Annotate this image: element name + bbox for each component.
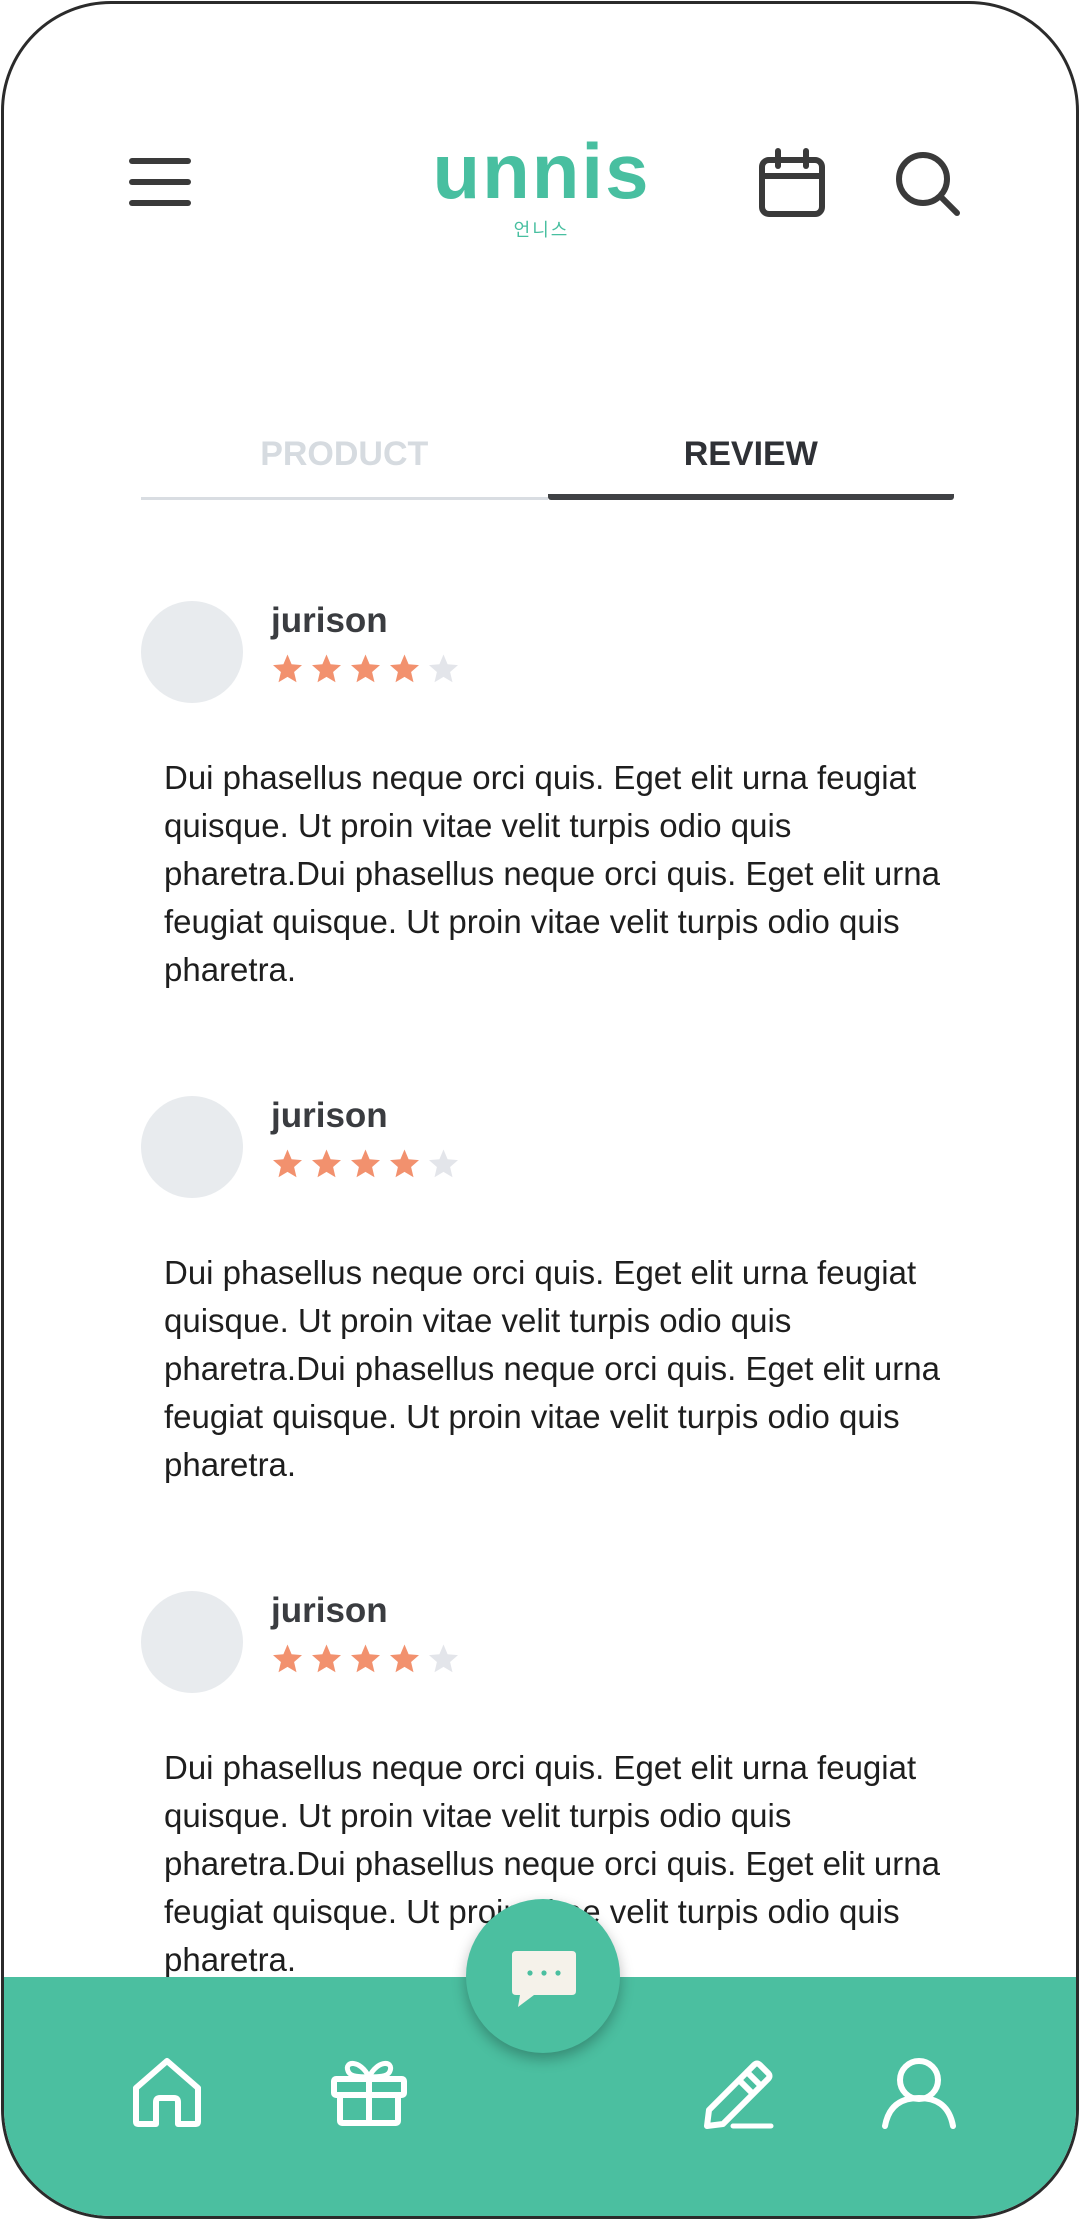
review-username[interactable]: jurison (271, 601, 388, 641)
hamburger-menu-icon[interactable] (129, 154, 193, 210)
avatar[interactable] (141, 1096, 243, 1198)
star-filled-icon (351, 1644, 380, 1673)
logo-subtitle: 언니스 (513, 220, 570, 240)
tab-bar: PRODUCT REVIEW (141, 424, 954, 504)
star-filled-icon (273, 1644, 302, 1673)
search-icon[interactable] (894, 150, 962, 218)
star-filled-icon (390, 1644, 419, 1673)
star-filled-icon (273, 1149, 302, 1178)
avatar[interactable] (141, 1591, 243, 1693)
star-empty-icon (429, 1644, 458, 1673)
star-empty-icon (429, 654, 458, 683)
tab-product[interactable]: PRODUCT (141, 424, 548, 500)
star-filled-icon (351, 1149, 380, 1178)
chat-button[interactable] (466, 1899, 620, 2053)
user-icon[interactable] (879, 2056, 959, 2130)
star-rating (271, 1643, 460, 1677)
home-icon[interactable] (130, 2056, 204, 2128)
star-filled-icon (273, 654, 302, 683)
phone-frame: unnis 언니스 PRODUCT REVIEW jurison Dui pha… (1, 1, 1079, 2219)
star-filled-icon (312, 1149, 341, 1178)
star-filled-icon (312, 1644, 341, 1673)
app-logo[interactable]: unnis 언니스 (429, 132, 654, 242)
review-item: jurison Dui phasellus neque orci quis. E… (141, 601, 954, 1001)
review-text: Dui phasellus neque orci quis. Eget elit… (164, 759, 940, 988)
review-item: jurison Dui phasellus neque orci quis. E… (141, 1096, 954, 1496)
star-filled-icon (351, 654, 380, 683)
star-filled-icon (390, 1149, 419, 1178)
gift-icon[interactable] (330, 2055, 408, 2127)
chat-icon (512, 1951, 576, 2007)
star-rating (271, 653, 460, 687)
star-filled-icon (312, 654, 341, 683)
tab-review[interactable]: REVIEW (547, 424, 954, 500)
review-text: Dui phasellus neque orci quis. Eget elit… (164, 1254, 940, 1483)
star-filled-icon (390, 654, 419, 683)
star-rating (271, 1148, 460, 1182)
review-username[interactable]: jurison (271, 1591, 388, 1631)
avatar[interactable] (141, 601, 243, 703)
logo-text: unnis (432, 127, 651, 215)
pencil-icon[interactable] (699, 2056, 775, 2130)
star-empty-icon (429, 1149, 458, 1178)
review-username[interactable]: jurison (271, 1096, 388, 1136)
calendar-icon[interactable] (758, 148, 826, 218)
app-header: unnis 언니스 (4, 4, 1076, 264)
